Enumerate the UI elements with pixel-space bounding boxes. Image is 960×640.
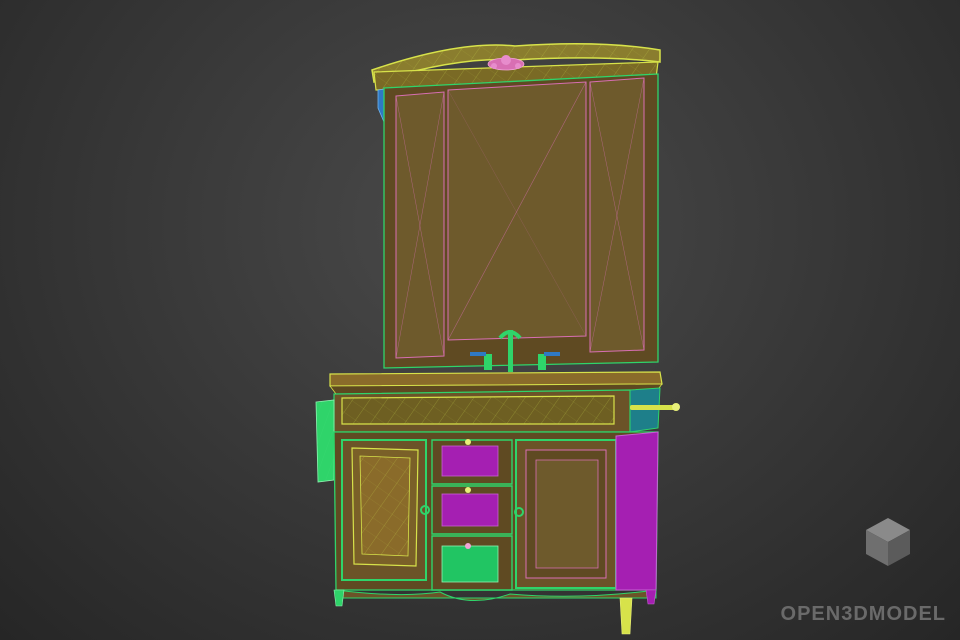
cabinet-body (333, 431, 659, 602)
cube-logo-icon (866, 518, 910, 566)
sink-apron (333, 387, 661, 433)
mirror-assembly (371, 43, 661, 369)
watermark-text: OPEN3DMODEL (780, 603, 946, 625)
cabinet-side-panel (615, 431, 659, 591)
watermark: OPEN3DMODEL (756, 516, 946, 626)
side-towel (315, 399, 335, 483)
